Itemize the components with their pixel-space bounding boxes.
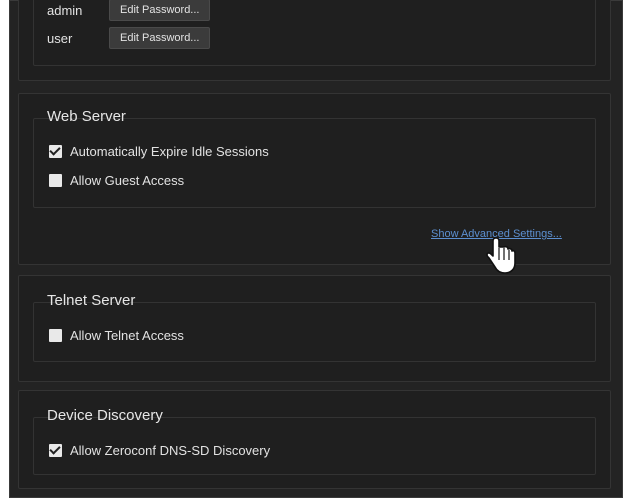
checkbox-unchecked-icon[interactable] (49, 173, 62, 187)
user-row-user: user Edit Password... (47, 27, 211, 49)
web-server-fieldset (33, 118, 596, 208)
checkbox-unchecked-icon[interactable] (49, 328, 62, 342)
edit-password-button[interactable]: Edit Password... (109, 0, 211, 21)
checkbox-checked-icon[interactable] (49, 443, 62, 457)
option-label: Allow Telnet Access (70, 327, 184, 343)
option-allow-zeroconf[interactable]: Allow Zeroconf DNS-SD Discovery (49, 441, 270, 459)
web-server-title: Web Server (47, 108, 126, 125)
option-label: Automatically Expire Idle Sessions (70, 143, 269, 159)
telnet-server-panel: Telnet Server Allow Telnet Access (18, 275, 611, 382)
option-label: Allow Guest Access (70, 172, 185, 188)
user-row-admin: admin Edit Password... (47, 0, 211, 21)
device-discovery-title: Device Discovery (47, 407, 163, 424)
option-label: Allow Zeroconf DNS-SD Discovery (70, 442, 271, 458)
checkbox-checked-icon[interactable] (49, 144, 62, 158)
user-name: admin (47, 2, 83, 18)
web-server-panel: Web Server Automatically Expire Idle Ses… (18, 93, 611, 265)
option-allow-telnet-access[interactable]: Allow Telnet Access (49, 326, 184, 344)
option-expire-idle-sessions[interactable]: Automatically Expire Idle Sessions (49, 142, 269, 160)
users-panel: admin Edit Password... user Edit Passwor… (18, 0, 611, 81)
user-name: user (47, 30, 73, 46)
edit-password-button[interactable]: Edit Password... (109, 27, 211, 49)
hand-pointer-icon (486, 237, 516, 274)
device-discovery-panel: Device Discovery Allow Zeroconf DNS-SD D… (18, 390, 611, 489)
option-allow-guest-access[interactable]: Allow Guest Access (49, 171, 184, 189)
telnet-server-title: Telnet Server (47, 292, 136, 309)
settings-page: admin Edit Password... user Edit Passwor… (9, 0, 623, 498)
